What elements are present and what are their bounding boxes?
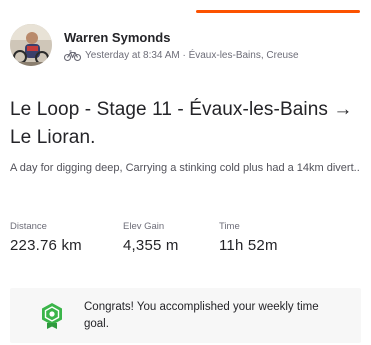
stat-label: Time (219, 221, 240, 232)
stat-label: Distance (10, 221, 47, 232)
stat-time: Time 11h 52m (219, 221, 309, 254)
activity-title[interactable]: Le Loop - Stage 11 - Évaux-les-Bains → L… (10, 96, 359, 152)
stat-elev-gain: Elev Gain 4,355 m (123, 221, 219, 254)
bike-icon (64, 49, 81, 61)
stat-value: 4,355 m (123, 237, 179, 254)
stat-label: Elev Gain (123, 221, 165, 232)
goal-message: Congrats! You accomplished your weekly t… (84, 300, 319, 330)
badge-icon (40, 302, 64, 330)
stat-value: 223.76 km (10, 237, 82, 254)
stat-distance: Distance 223.76 km (10, 221, 123, 254)
activity-meta: Yesterday at 8:34 AM · Évaux-les-Bains, … (64, 50, 299, 61)
activity-date-location: Yesterday at 8:34 AM · Évaux-les-Bains, … (85, 49, 299, 61)
avatar[interactable] (10, 24, 52, 66)
activity-description[interactable]: A day for digging deep, Carrying a stink… (10, 161, 365, 176)
stat-value: 11h 52m (219, 237, 278, 254)
activity-header: Warren Symonds Yesterday at 8:34 AM · Év… (10, 22, 361, 68)
athlete-name[interactable]: Warren Symonds (64, 30, 299, 45)
activity-stats: Distance 223.76 km Elev Gain 4,355 m Tim… (10, 221, 309, 254)
tab-indicator (196, 10, 360, 13)
avatar-image (10, 24, 52, 66)
goal-achievement-card[interactable]: Congrats! You accomplished your weekly t… (10, 288, 361, 343)
